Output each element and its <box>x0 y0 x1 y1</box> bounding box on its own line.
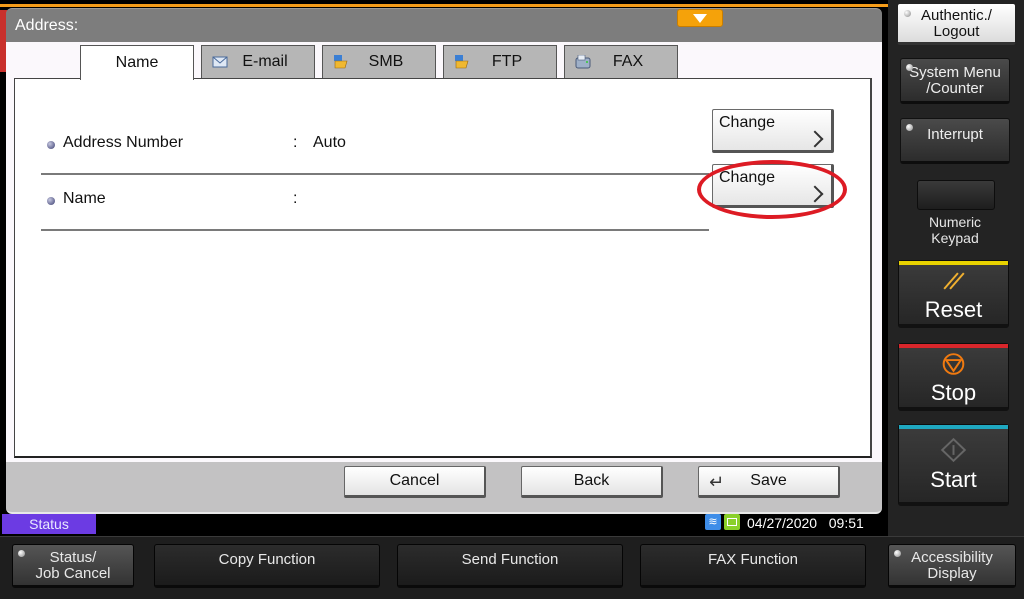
tab-email[interactable]: E-mail <box>201 45 315 78</box>
button-label: Change <box>719 114 776 131</box>
tab-label: Name <box>115 54 159 71</box>
button-label: Save <box>750 472 787 489</box>
network-icon <box>724 514 740 530</box>
panel-body: Name E-mail SMB FTP FAX Address Number:… <box>6 42 882 462</box>
button-label: Change <box>719 169 776 186</box>
panel-title: Address: <box>15 17 79 34</box>
chevron-right-icon <box>806 185 824 203</box>
button-label: Interrupt <box>927 126 983 143</box>
button-label: Display <box>927 565 977 582</box>
tab-fax[interactable]: FAX <box>564 45 678 78</box>
field-label: Address Number <box>63 134 184 151</box>
bullet-icon <box>47 197 55 205</box>
system-menu-counter-button[interactable]: System Menu /Counter <box>900 58 1010 104</box>
indicator-led-icon <box>904 10 911 17</box>
tab-bar: Name E-mail SMB FTP FAX <box>80 45 685 80</box>
indicator-led-icon <box>906 64 913 71</box>
button-label: Start <box>930 467 977 492</box>
button-label: Authentic./ <box>921 7 992 24</box>
cancel-button[interactable]: Cancel <box>344 466 486 498</box>
reset-button[interactable]: Reset <box>898 260 1009 328</box>
button-label: Cancel <box>389 472 440 489</box>
back-button[interactable]: Back <box>521 466 663 498</box>
name-row: Name : <box>41 175 709 231</box>
expand-button[interactable] <box>677 9 723 27</box>
reset-color-bar <box>899 261 1008 265</box>
address-number-row: Address Number : Auto <box>41 119 709 175</box>
time: 09:51 <box>828 515 864 531</box>
field-separator: : <box>293 190 298 207</box>
button-label: Copy Function <box>218 551 316 568</box>
indicator-led-icon <box>906 124 913 131</box>
tab-name[interactable]: Name <box>80 45 194 80</box>
enter-arrow-icon: ↵ <box>709 472 725 492</box>
stop-button[interactable]: Stop <box>898 343 1009 411</box>
address-panel: Address: Name E-mail SMB FTP FAX Address… <box>6 8 882 514</box>
button-label: /Counter <box>926 80 984 97</box>
label-line: Keypad <box>931 230 979 246</box>
start-color-bar <box>899 425 1008 429</box>
panel-header: Address: <box>6 8 882 42</box>
numeric-keypad-button[interactable] <box>917 180 995 210</box>
button-label: Logout <box>933 23 980 40</box>
top-accent-line <box>0 4 888 7</box>
indicator-led-icon <box>894 550 901 557</box>
field-value: Auto <box>313 134 346 151</box>
date-time: 04/27/2020 09:51 <box>747 514 864 532</box>
fax-machine-icon <box>575 55 591 69</box>
field-separator: : <box>293 134 298 151</box>
field-label: Name <box>63 190 106 207</box>
label-line: Numeric <box>928 214 982 230</box>
button-label: FAX Function <box>707 551 799 568</box>
accessibility-display-button[interactable]: Accessibility Display <box>888 544 1016 588</box>
reset-slash-icon <box>943 272 965 290</box>
triangle-down-icon <box>693 13 707 23</box>
interrupt-button[interactable]: Interrupt <box>900 118 1010 164</box>
indicator-led-icon <box>18 550 25 557</box>
address-form: Address Number : Auto Name : Change Chan… <box>14 78 872 458</box>
status-job-cancel-button[interactable]: Status/ Job Cancel <box>12 544 134 588</box>
save-button[interactable]: ↵ Save <box>698 466 840 498</box>
button-label: Status/ <box>49 549 97 566</box>
copy-function-button[interactable]: Copy Function <box>154 544 380 588</box>
chevron-right-icon <box>806 130 824 148</box>
button-label: Job Cancel <box>35 565 111 582</box>
button-label: Stop <box>930 380 977 405</box>
panel-footer: Cancel Back ↵ Save <box>6 462 882 514</box>
start-button[interactable]: Start <box>898 424 1009 506</box>
fax-function-button[interactable]: FAX Function <box>640 544 866 588</box>
folder-network-icon <box>334 55 348 69</box>
change-name-button[interactable]: Change <box>712 164 834 208</box>
stop-icon <box>942 353 965 375</box>
button-label: System Menu <box>909 64 1001 81</box>
bullet-icon <box>47 141 55 149</box>
button-label: Reset <box>924 297 983 322</box>
numeric-keypad-label: Numeric Keypad <box>905 214 1005 246</box>
date: 04/27/2020 <box>747 515 818 531</box>
tab-ftp[interactable]: FTP <box>443 45 557 78</box>
authentication-logout-button[interactable]: Authentic./ Logout <box>897 3 1016 45</box>
stop-color-bar <box>899 344 1008 348</box>
folder-network-icon <box>455 55 469 69</box>
start-diamond-icon <box>940 437 967 463</box>
tab-smb[interactable]: SMB <box>322 45 436 78</box>
button-label: Accessibility <box>911 549 993 566</box>
change-address-number-button[interactable]: Change <box>712 109 834 153</box>
send-function-button[interactable]: Send Function <box>397 544 623 588</box>
wifi-icon: ≋ <box>705 514 721 530</box>
status-tab[interactable]: Status <box>2 514 96 534</box>
button-label: Back <box>573 472 610 489</box>
envelope-icon <box>212 56 228 68</box>
button-label: Send Function <box>461 551 559 568</box>
